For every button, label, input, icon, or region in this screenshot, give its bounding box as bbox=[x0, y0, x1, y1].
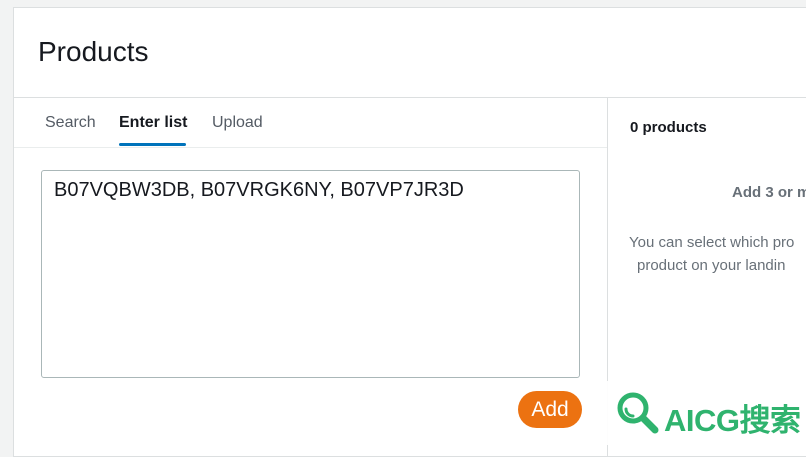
tab-upload[interactable]: Upload bbox=[212, 114, 263, 132]
empty-state-description: You can select which pro product on your… bbox=[629, 231, 806, 277]
add-button[interactable]: Add bbox=[518, 391, 582, 428]
empty-state-line-1: You can select which pro bbox=[629, 234, 795, 251]
tab-enter-list[interactable]: Enter list bbox=[119, 114, 187, 132]
watermark: AICG搜索 bbox=[602, 381, 806, 445]
page-title: Products bbox=[38, 36, 149, 67]
tab-search[interactable]: Search bbox=[45, 114, 96, 132]
active-tab-indicator bbox=[119, 143, 186, 146]
watermark-text: AICG搜索 bbox=[664, 403, 801, 438]
product-list-textarea[interactable] bbox=[41, 170, 580, 378]
input-panel: Search Enter list Upload Add bbox=[14, 98, 607, 456]
products-count: 0 products bbox=[630, 119, 707, 136]
card-header: Products bbox=[14, 8, 806, 98]
magnifier-logo-icon bbox=[614, 389, 662, 442]
empty-state-line-2: product on your landin bbox=[637, 257, 786, 274]
tab-bar: Search Enter list Upload bbox=[14, 98, 607, 148]
empty-state-title: Add 3 or m bbox=[732, 184, 806, 201]
